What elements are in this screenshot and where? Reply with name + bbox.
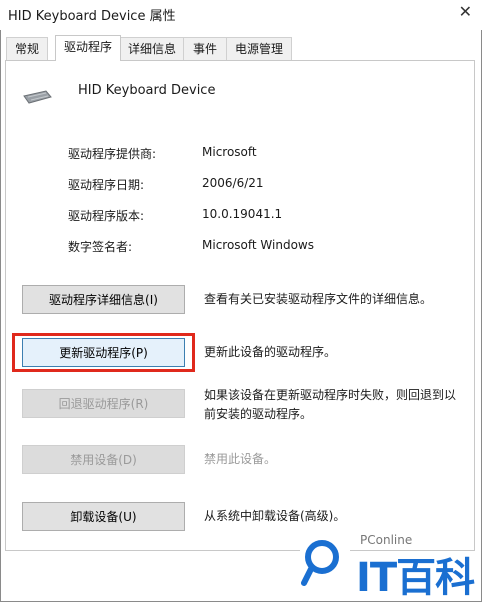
driver-details-button[interactable]: 驱动程序详细信息(I) [22,285,185,314]
roll-back-driver-button[interactable]: 回退驱动程序(R) [22,389,185,418]
roll-back-driver-description: 如果该设备在更新驱动程序时失败，则回退到以前安装的驱动程序。 [204,388,457,421]
update-driver-button[interactable]: 更新驱动程序(P) [22,338,185,367]
tab-events[interactable]: 事件 [183,37,227,60]
disable-device-button[interactable]: 禁用设备(D) [22,445,185,474]
uninstall-device-button[interactable]: 卸载设备(U) [22,502,185,531]
provider-value: Microsoft [202,145,257,159]
uninstall-device-description: 从系统中卸载设备(高级)。 [204,509,346,523]
tab-details[interactable]: 详细信息 [120,37,184,60]
date-value: 2006/6/21 [202,176,264,190]
version-label: 驱动程序版本: [68,209,145,223]
driver-details-description: 查看有关已安装驱动程序文件的详细信息。 [204,292,433,306]
close-icon[interactable]: ✕ [459,2,472,21]
tab-general[interactable]: 常规 [6,37,48,60]
tab-driver[interactable]: 驱动程序 [55,35,121,61]
window-title: HID Keyboard Device 属性 [8,9,176,24]
tab-power-management[interactable]: 电源管理 [226,37,292,60]
watermark: PConline IT百科 [300,533,482,602]
disable-device-description: 禁用此设备。 [204,452,277,466]
pconline-logo-icon [300,533,350,591]
tab-strip: 常规 驱动程序 详细信息 事件 电源管理 [0,35,482,61]
update-driver-description: 更新此设备的驱动程序。 [204,345,337,359]
date-label: 驱动程序日期: [68,178,145,192]
version-value: 10.0.19041.1 [202,207,283,221]
signer-value: Microsoft Windows [202,238,314,252]
watermark-big-text: IT百科 [356,555,475,601]
keyboard-icon [23,90,52,104]
title-bar: HID Keyboard Device 属性 ✕ [0,0,482,30]
signer-label: 数字签名者: [68,240,133,254]
provider-label: 驱动程序提供商: [68,147,157,161]
device-name: HID Keyboard Device [78,83,216,98]
